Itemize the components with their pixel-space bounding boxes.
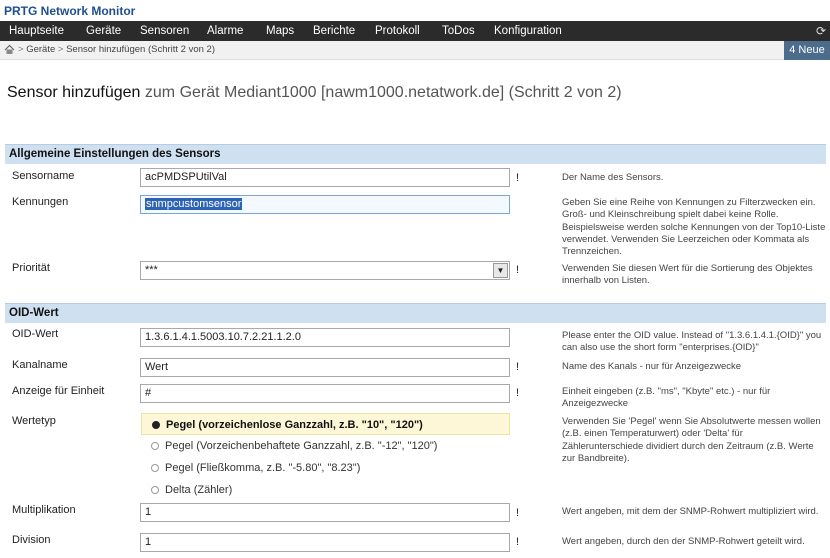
division-input[interactable]: 1 [140,533,510,552]
required-marker: ! [516,172,520,184]
radio-icon[interactable] [151,464,159,472]
prioritaet-select[interactable]: *** ▼ [140,261,510,280]
chevron-down-icon[interactable]: ▼ [493,263,508,278]
nav-item-alarme[interactable]: Alarme [207,21,243,41]
breadcrumb-current: Sensor hinzufügen (Schritt 2 von 2) [66,44,216,55]
main-nav: Hauptseite Geräte Sensoren Alarme Maps B… [0,21,830,41]
oid-label: OID-Wert [12,328,59,340]
page-title-sub: zum Gerät Mediant1000 [nawm1000.netatwor… [144,84,622,101]
kanalname-label: Kanalname [12,359,68,371]
wertetyp-option-pegel-unsigned[interactable]: Pegel (vorzeichenlose Ganzzahl, z.B. "10… [141,413,510,435]
radio-icon[interactable] [151,442,159,450]
prioritaet-label: Priorität [12,262,50,274]
nav-item-sensoren[interactable]: Sensoren [140,21,189,41]
required-marker: ! [516,361,520,373]
nav-item-protokoll[interactable]: Protokoll [375,21,420,41]
einheit-input[interactable]: # [140,384,510,403]
wertetyp-option-delta[interactable]: Delta (Zähler) [141,479,510,501]
wertetyp-option-label: Pegel (Vorzeichenbehaftete Ganzzahl, z.B… [165,440,438,452]
sensorname-label: Sensorname [12,170,75,182]
nav-item-berichte[interactable]: Berichte [313,21,355,41]
prioritaet-value: *** [145,264,158,276]
wertetyp-radio-group: Pegel (vorzeichenlose Ganzzahl, z.B. "10… [141,413,510,501]
breadcrumb-separator: > [18,44,24,55]
required-marker: ! [516,507,520,519]
wertetyp-option-label: Pegel (Fließkomma, z.B. "-5.80", "8.23") [165,462,361,474]
kennungen-input[interactable]: snmpcustomsensor [140,195,510,214]
new-alerts-badge[interactable]: 4 Neue [784,41,830,60]
refresh-icon[interactable]: ⟳ [816,24,828,38]
required-marker: ! [516,264,520,276]
section-header-general: Allgemeine Einstellungen des Sensors [5,144,826,164]
oid-help: Please enter the OID value. Instead of "… [562,330,822,354]
wertetyp-help: Verwenden Sie 'Pegel' wenn Sie Absolutwe… [562,416,821,464]
kanalname-help: Name des Kanals - nur für Anzeigezwecke [562,361,742,372]
page-title: Sensor hinzufügen zum Gerät Mediant1000 … [7,84,622,102]
wertetyp-option-label: Delta (Zähler) [165,484,233,496]
required-marker: ! [516,387,520,399]
einheit-help: Einheit eingeben (z.B. "ms", "Kbyte" etc… [562,386,771,410]
breadcrumb-bar: > Geräte > Sensor hinzufügen (Schritt 2 … [0,41,830,60]
nav-item-hauptseite[interactable]: Hauptseite [9,21,64,41]
multiplikation-input[interactable]: 1 [140,503,510,522]
sensorname-input[interactable]: acPMDSPUtilVal [140,168,510,187]
wertetyp-label: Wertetyp [12,415,56,427]
prioritaet-help: Verwenden Sie diesen Wert für die Sortie… [562,263,813,287]
nav-item-todos[interactable]: ToDos [442,21,475,41]
multiplikation-label: Multiplikation [12,504,76,516]
required-marker: ! [516,536,520,548]
oid-input[interactable]: 1.3.6.1.4.1.5003.10.7.2.21.1.2.0 [140,328,510,347]
kennungen-help: Geben Sie eine Reihe von Kennungen zu Fi… [562,197,826,258]
section-header-oid: OID-Wert [5,303,826,323]
home-icon[interactable] [4,44,15,55]
nav-item-geraete[interactable]: Geräte [86,21,121,41]
sensorname-help: Der Name des Sensors. [562,172,664,183]
nav-item-maps[interactable]: Maps [266,21,294,41]
kennungen-label: Kennungen [12,196,69,208]
title-bar: PRTG Network Monitor [0,0,830,21]
nav-item-konfiguration[interactable]: Konfiguration [494,21,562,41]
breadcrumb-separator: > [57,44,64,55]
kennungen-value: snmpcustomsensor [145,198,243,210]
wertetyp-option-label: Pegel (vorzeichenlose Ganzzahl, z.B. "10… [166,419,423,431]
division-help: Wert angeben, durch den der SNMP-Rohwert… [562,536,805,547]
wertetyp-option-pegel-signed[interactable]: Pegel (Vorzeichenbehaftete Ganzzahl, z.B… [141,435,510,457]
app-title[interactable]: PRTG Network Monitor [4,4,135,18]
radio-icon[interactable] [152,421,160,429]
kanalname-input[interactable]: Wert [140,358,510,377]
radio-icon[interactable] [151,486,159,494]
wertetyp-option-pegel-float[interactable]: Pegel (Fließkomma, z.B. "-5.80", "8.23") [141,457,510,479]
einheit-label: Anzeige für Einheit [12,385,105,397]
multiplikation-help: Wert angeben, mit dem der SNMP-Rohwert m… [562,506,819,517]
division-label: Division [12,534,51,546]
breadcrumb-link-geraete[interactable]: Geräte [26,44,55,55]
breadcrumb: > Geräte > Sensor hinzufügen (Schritt 2 … [18,44,215,55]
page-title-main: Sensor hinzufügen [7,84,141,101]
